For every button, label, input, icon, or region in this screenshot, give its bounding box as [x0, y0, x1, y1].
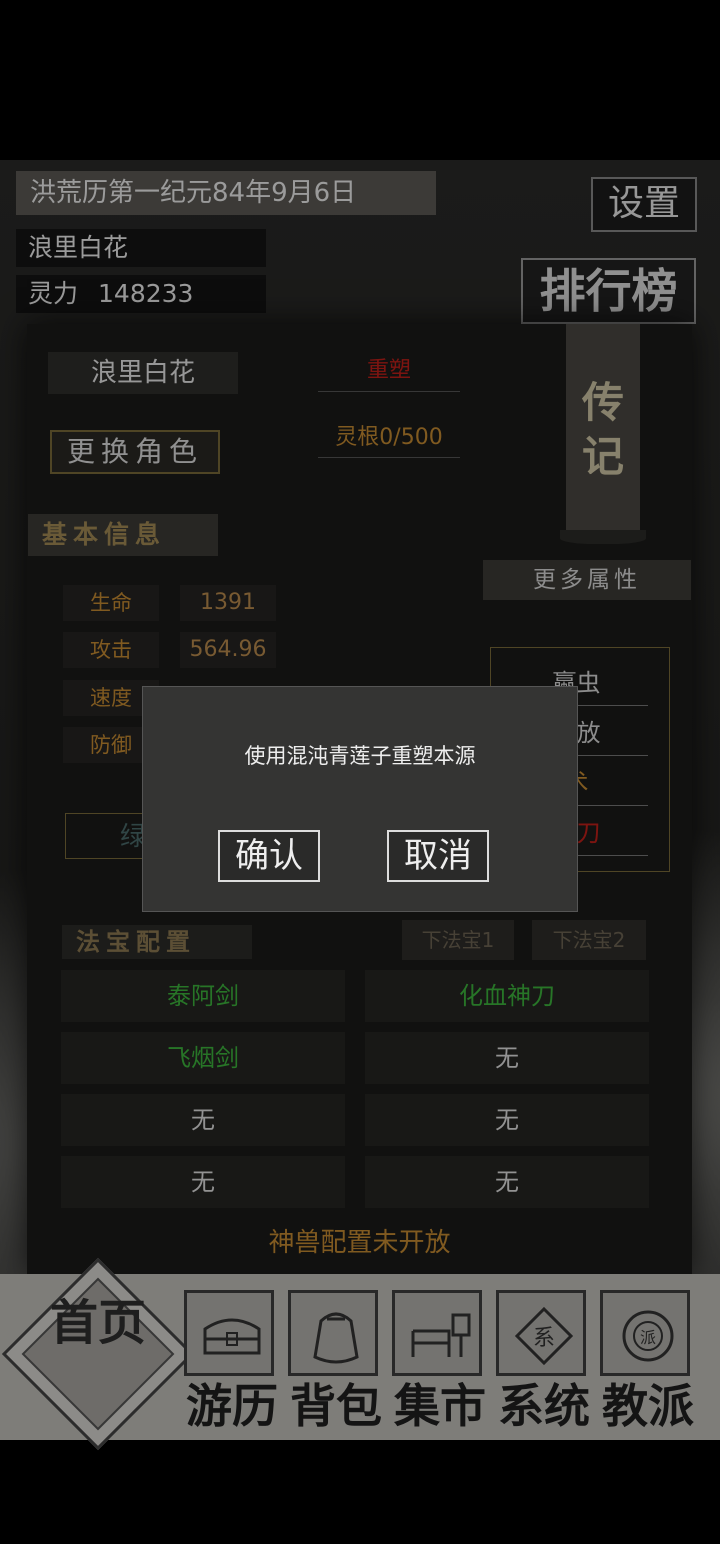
confirm-button[interactable]: 确认 [218, 830, 320, 882]
cancel-button[interactable]: 取消 [387, 830, 489, 882]
dialog-message: 使用混沌青莲子重塑本源 [244, 744, 476, 768]
confirm-dialog [142, 686, 578, 912]
